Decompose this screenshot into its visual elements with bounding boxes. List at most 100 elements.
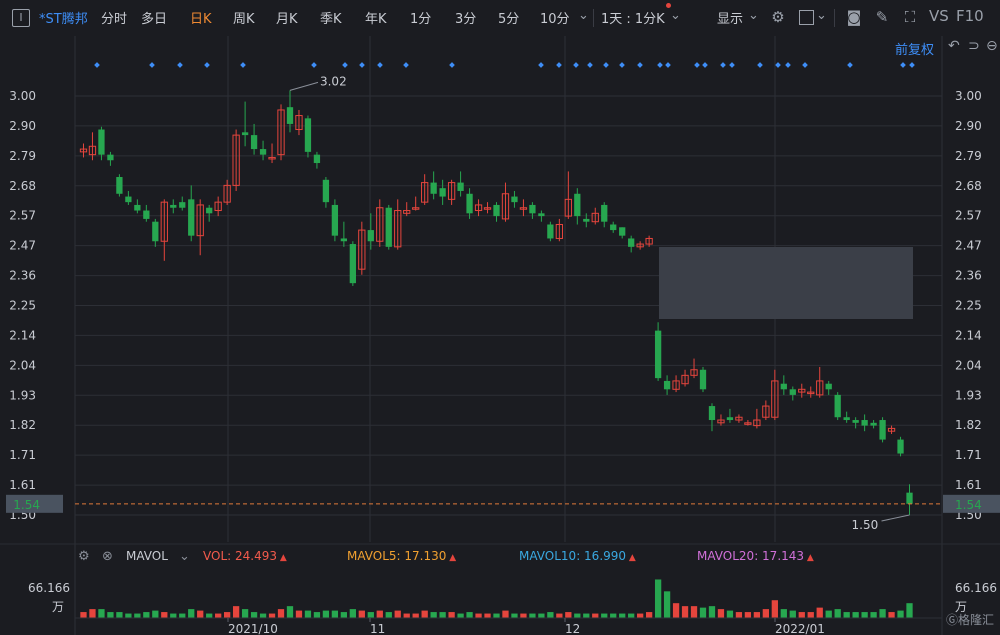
volume-bar: [340, 612, 348, 618]
event-marker: [900, 62, 906, 68]
gear-icon[interactable]: ⚙: [769, 8, 787, 26]
high-label: 3.02: [320, 74, 347, 88]
volume-bar: [197, 610, 204, 618]
f10-button[interactable]: F10: [956, 7, 984, 25]
event-marker: [177, 62, 183, 68]
event-marker: [587, 62, 593, 68]
chevron-down-icon[interactable]: ⌄: [748, 8, 759, 23]
price-tick-right: 2.47: [955, 239, 982, 253]
chevron-down-icon[interactable]: ⌄: [179, 549, 190, 564]
event-marker: [573, 62, 579, 68]
volume-bar: [861, 612, 868, 618]
volume-bar: [726, 610, 734, 618]
price-tick-left: 2.04: [9, 358, 36, 372]
chevron-down-icon[interactable]: ⌄: [578, 8, 589, 23]
trend-up-icon: ▲: [626, 553, 636, 563]
event-marker: [802, 62, 808, 68]
candle-body: [583, 218, 590, 222]
volume-bar: [628, 613, 635, 618]
top-toolbar: I *ST腾邦 分时 多日 日K 周K 月K 季K 年K 1分 3分 5分 10…: [0, 0, 1000, 36]
period-tab-3min[interactable]: 3分: [455, 8, 476, 27]
period-tab-weekly-k[interactable]: 周K: [233, 8, 255, 27]
close-icon[interactable]: ⊗: [102, 549, 113, 564]
range-select[interactable]: 1天 : 1分K: [601, 8, 665, 27]
indicator-mavol20: MAVOL20: 17.143 ▲: [697, 549, 814, 563]
period-tab-10min[interactable]: 10分: [540, 8, 570, 27]
volume-bar: [807, 612, 814, 618]
candle-body: [906, 492, 913, 504]
square-checkbox-icon[interactable]: [797, 8, 815, 26]
volume-top-left: 66.166: [28, 581, 70, 595]
period-tab-intraday[interactable]: 分时: [101, 8, 127, 27]
volume-bar: [870, 612, 877, 618]
price-tick-left: 2.47: [9, 239, 36, 253]
volume-bar: [152, 610, 159, 618]
period-tab-1min[interactable]: 1分: [410, 8, 431, 27]
volume-bar: [313, 612, 321, 618]
volume-bar: [753, 612, 761, 618]
volume-top-right: 66.166: [955, 581, 997, 595]
period-tab-daily-k[interactable]: 日K: [190, 8, 212, 27]
candle-body: [457, 182, 464, 191]
candle-body: [493, 204, 500, 217]
volume-bar: [834, 609, 841, 618]
candle-body: [331, 204, 339, 236]
trend-up-icon: ▲: [276, 553, 287, 563]
price-tick-right: 2.57: [955, 209, 982, 223]
volume-bar: [179, 613, 186, 618]
volume-bar: [744, 612, 752, 618]
fullscreen-icon[interactable]: ⛶: [901, 8, 919, 26]
chevron-down-icon[interactable]: ⌄: [670, 8, 681, 23]
event-marker: [720, 62, 726, 68]
volume-bar: [268, 613, 276, 618]
trend-up-icon: ▲: [804, 553, 814, 563]
event-marker: [149, 62, 155, 68]
period-tab-quarterly-k[interactable]: 季K: [320, 8, 342, 27]
volume-bar: [403, 613, 410, 618]
candle-body: [259, 149, 267, 155]
indicator-bar: ⚙ ⊗ MAVOL ⌄ VOL: 24.493 ▲ MAVOL5: 17.130…: [0, 546, 1000, 568]
volume-bar: [583, 613, 590, 618]
chevron-down-icon[interactable]: ⌄: [816, 8, 827, 23]
candle-body: [843, 417, 850, 421]
volume-bar: [789, 610, 796, 618]
window-icon[interactable]: I: [12, 9, 30, 27]
volume-bar: [672, 603, 680, 618]
trend-up-icon: ▲: [446, 553, 457, 563]
pen-icon[interactable]: ✎: [873, 8, 891, 26]
volume-bar: [116, 612, 123, 618]
period-tab-yearly-k[interactable]: 年K: [365, 8, 387, 27]
compare-button[interactable]: VS: [929, 7, 949, 25]
camera-icon[interactable]: ◙: [845, 8, 863, 26]
price-tick-right: 2.90: [955, 119, 982, 133]
volume-bar: [565, 612, 572, 618]
stock-name[interactable]: *ST腾邦: [39, 8, 88, 27]
event-marker: [665, 62, 671, 68]
period-tab-5min[interactable]: 5分: [498, 8, 519, 27]
candle-body: [511, 196, 518, 203]
volume-bar: [897, 610, 904, 618]
volume-bar: [349, 609, 356, 618]
candle-body: [654, 330, 662, 379]
candle-body: [601, 204, 608, 222]
volume-bar: [367, 612, 374, 618]
volume-bar: [439, 612, 446, 618]
candle-body: [780, 383, 787, 390]
price-tick-right: 1.71: [955, 448, 982, 462]
event-marker: [729, 62, 735, 68]
volume-bar: [188, 609, 195, 618]
toolbar-divider: [593, 9, 594, 27]
period-tab-multiday[interactable]: 多日: [141, 8, 167, 27]
settings-icon[interactable]: ⚙: [78, 549, 90, 564]
period-tab-monthly-k[interactable]: 月K: [276, 8, 298, 27]
volume-bar: [232, 606, 240, 618]
price-tick-left: 2.90: [9, 119, 36, 133]
volume-bar: [331, 610, 339, 618]
display-menu[interactable]: 显示: [717, 8, 743, 27]
event-marker: [619, 62, 625, 68]
volume-bar: [466, 612, 473, 618]
volume-bar: [879, 609, 886, 618]
indicator-name[interactable]: MAVOL: [126, 549, 168, 563]
volume-bar: [735, 612, 743, 618]
volume-bar: [107, 612, 114, 618]
